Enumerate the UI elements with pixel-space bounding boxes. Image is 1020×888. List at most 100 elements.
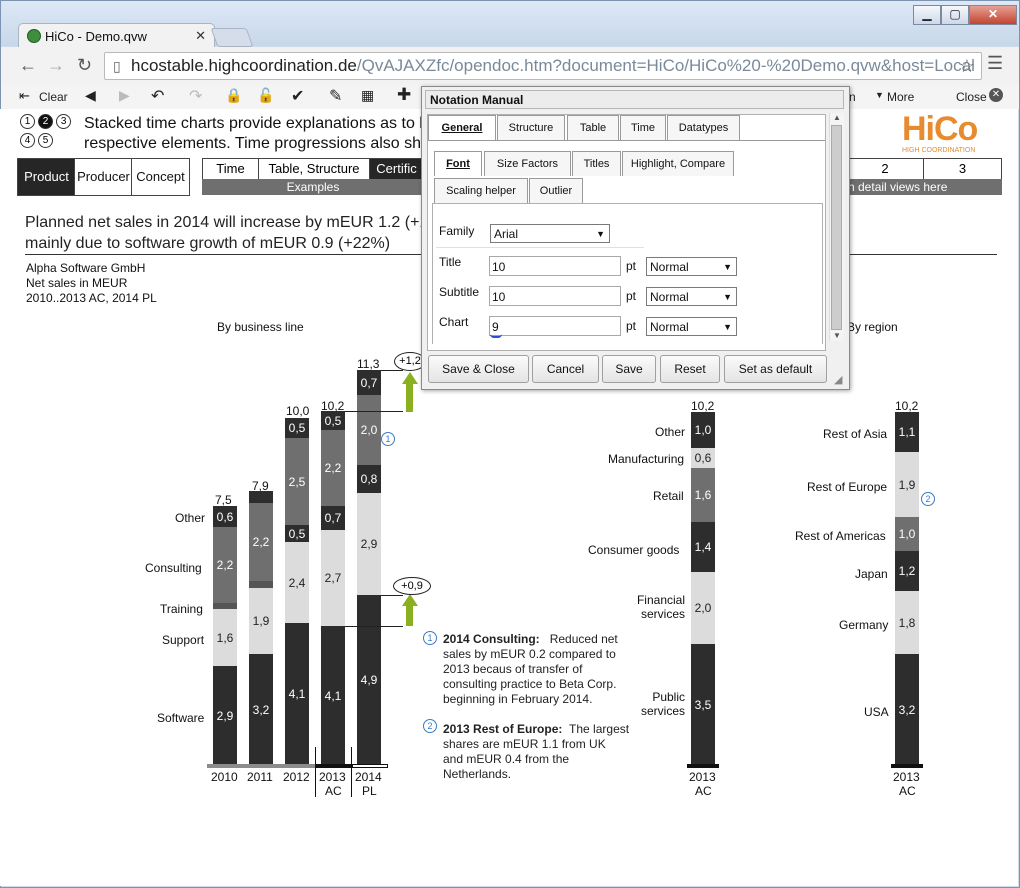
detail-caption: h detail views here <box>846 179 1002 195</box>
back-selection-icon[interactable]: ◀ <box>85 87 96 104</box>
clear-icon[interactable]: ⇤ <box>19 88 30 104</box>
detail-tab-3[interactable]: 3 <box>924 159 1001 179</box>
check-icon[interactable]: ✔ <box>291 86 304 106</box>
tab-time[interactable]: Time <box>620 115 666 140</box>
resize-grip-icon[interactable]: ◢ <box>834 373 842 386</box>
add-icon[interactable]: ✚ <box>397 85 411 105</box>
detail-tab-2[interactable]: 2 <box>847 159 924 179</box>
forward-icon[interactable]: → <box>47 55 65 76</box>
bar-2013[interactable]: 0,5 2,2 0,7 2,7 4,1 <box>321 411 345 765</box>
nav-concept-button[interactable]: Concept <box>131 158 190 196</box>
step-4-button[interactable]: 4 <box>20 133 35 148</box>
cat-label-software: Software <box>157 711 205 725</box>
bar-2012[interactable]: 0,5 2,5 0,5 2,4 4,1 <box>285 418 309 765</box>
tab-certific[interactable]: Certific <box>370 159 423 179</box>
meta-measure: Net sales in MEUR <box>26 276 128 290</box>
step-1-button[interactable]: 1 <box>20 114 35 129</box>
tab-favicon-icon <box>27 29 41 43</box>
industry-axis-sub: AC <box>695 784 712 798</box>
region-label-americas: Rest of Americas <box>795 529 886 543</box>
axis-year-2013: 2013 <box>319 770 346 784</box>
comment-marker-2-icon[interactable]: 2 <box>921 492 935 506</box>
forward-selection-icon[interactable]: ▶ <box>119 87 130 104</box>
bar-2014[interactable]: 0,7 2,0 0,8 2,9 4,9 <box>357 370 381 765</box>
bar-2010[interactable]: 0,6 2,2 1,6 2,9 <box>213 506 237 765</box>
scroll-up-icon[interactable]: ▲ <box>833 113 841 122</box>
menu-icon[interactable]: ☰ <box>987 53 1003 74</box>
close-doc-button[interactable]: Close <box>956 90 987 104</box>
new-tab-button[interactable] <box>210 28 254 47</box>
subtab-highlight-compare[interactable]: Highlight, Compare <box>622 151 734 176</box>
tab-table[interactable]: Table <box>567 115 619 140</box>
tab-table-structure[interactable]: Table, Structure <box>259 159 370 179</box>
minimize-button[interactable]: ▁ <box>913 5 941 25</box>
browser-tab[interactable]: HiCo - Demo.qvw ✕ <box>18 23 215 48</box>
subtitle-style-select[interactable]: Normal ▼ <box>646 287 737 306</box>
bar-industry[interactable]: 1,0 0,6 1,6 1,4 2,0 3,5 <box>691 412 715 765</box>
unlock-icon[interactable]: 🔓 <box>257 87 274 104</box>
maximize-button[interactable]: ▢ <box>941 5 969 25</box>
comment-marker-1-icon[interactable]: 1 <box>381 432 395 446</box>
clear-button[interactable]: Clear <box>39 90 68 104</box>
page-icon: ▯ <box>113 58 121 74</box>
save-close-button[interactable]: Save & Close <box>428 355 529 383</box>
family-select[interactable]: Arial ▼ <box>490 224 610 243</box>
step-2-button[interactable]: 2 <box>38 114 54 129</box>
bar-region[interactable]: 1,1 1,9 1,0 1,2 1,8 3,2 <box>895 412 919 765</box>
tab-structure[interactable]: Structure <box>497 115 565 140</box>
reload-icon[interactable]: ↻ <box>77 55 92 76</box>
delta-arrow-total-icon <box>406 382 413 412</box>
step-5-button[interactable]: 5 <box>38 133 54 148</box>
delta-software-badge: +0,9 <box>393 577 431 595</box>
edit-icon[interactable]: ✎ <box>329 86 342 106</box>
undo-icon[interactable]: ↶ <box>151 86 164 106</box>
region-asia-value: 1,1 <box>898 425 916 439</box>
subtitle-size-input[interactable]: 10 <box>489 286 621 306</box>
subtab-scaling-helper[interactable]: Scaling helper <box>434 178 528 203</box>
lock-icon[interactable]: 🔒 <box>225 87 242 104</box>
subtab-titles[interactable]: Titles <box>572 151 621 176</box>
cancel-button[interactable]: Cancel <box>532 355 599 383</box>
more-button[interactable]: More <box>887 90 914 104</box>
chart-icon[interactable]: ▦ <box>361 87 374 104</box>
more-chevron-icon[interactable]: ▼ <box>875 90 884 100</box>
title-size-input[interactable]: 10 <box>489 256 621 276</box>
window-close-button[interactable]: ✕ <box>969 5 1017 25</box>
bookmark-star-icon[interactable]: ☆ <box>959 53 975 79</box>
chart-size-input[interactable]: 9 <box>489 316 621 336</box>
comment-1-icon: 1 <box>423 631 437 645</box>
statement-line-2: mainly due to software growth of mEUR 0.… <box>25 235 391 252</box>
examples-tabs: Time Table, Structure Certific <box>202 158 424 180</box>
bar-2014-training: 0,8 <box>360 472 378 486</box>
nav-product-button[interactable]: Product <box>17 158 76 196</box>
tab-time[interactable]: Time <box>203 159 259 179</box>
step-3-button[interactable]: 3 <box>56 114 72 129</box>
meta-period: 2010..2013 AC, 2014 PL <box>26 291 157 305</box>
chart-label: Chart <box>439 315 469 329</box>
title-unit: pt <box>626 259 637 273</box>
close-doc-icon[interactable]: ✕ <box>989 88 1003 102</box>
subtab-outlier[interactable]: Outlier <box>529 178 583 203</box>
chart-style-select[interactable]: Normal ▼ <box>646 317 737 336</box>
subtab-size-factors[interactable]: Size Factors <box>484 151 571 176</box>
nav-producer-button[interactable]: Producer <box>74 158 133 196</box>
dialog-scrollbar[interactable]: ▲ ▼ <box>829 113 844 341</box>
statement-line-1: Planned net sales in 2014 will increase … <box>25 214 438 231</box>
tab-datatypes[interactable]: Datatypes <box>667 115 740 140</box>
set-default-button[interactable]: Set as default <box>724 355 827 383</box>
scroll-down-icon[interactable]: ▼ <box>833 331 841 340</box>
redo-icon[interactable]: ↷ <box>189 86 202 106</box>
address-bar[interactable]: ▯ hcostable.highcoordination.de/QvAJAXZf… <box>104 52 982 80</box>
subtab-font[interactable]: Font <box>434 151 482 176</box>
tab-general[interactable]: General <box>428 115 496 140</box>
bar-2011[interactable]: 2,2 1,9 3,2 <box>249 491 273 765</box>
bar-2014-other: 0,7 <box>360 375 378 390</box>
step-circles: 1 2 3 4 5 <box>20 114 72 148</box>
save-button[interactable]: Save <box>602 355 656 383</box>
tab-close-icon[interactable]: ✕ <box>195 28 206 44</box>
scroll-thumb[interactable] <box>831 125 842 330</box>
comment-1-title: 2014 Consulting: <box>443 632 540 646</box>
reset-button[interactable]: Reset <box>660 355 720 383</box>
title-style-select[interactable]: Normal ▼ <box>646 257 737 276</box>
back-icon[interactable]: ← <box>19 55 37 76</box>
